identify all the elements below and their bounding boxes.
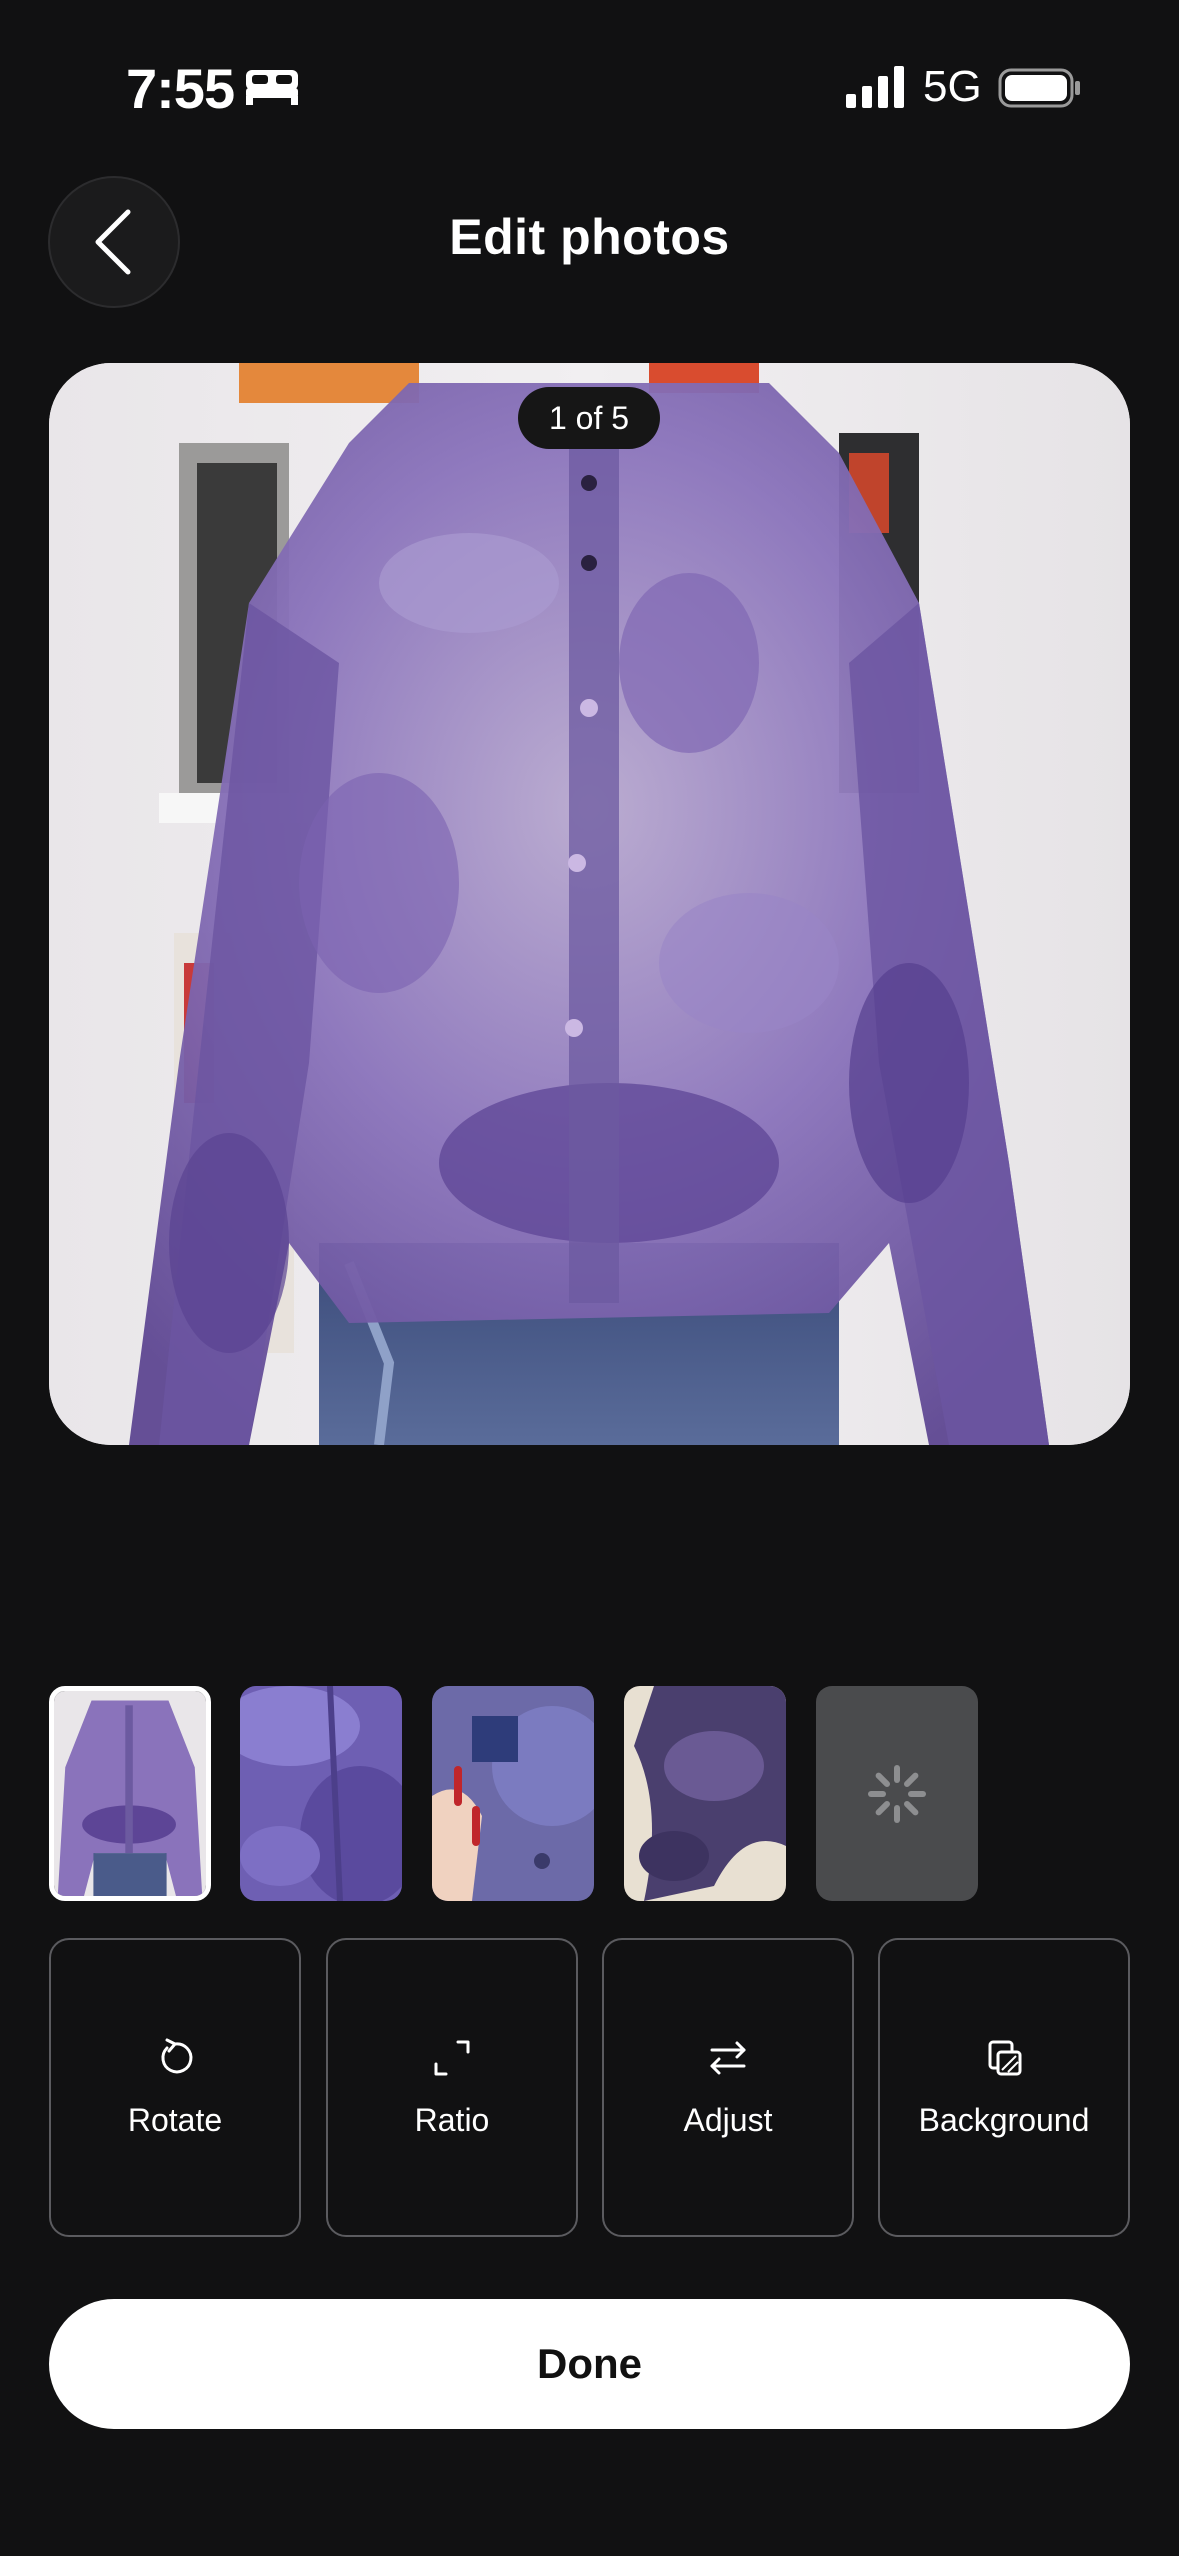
bed-icon bbox=[246, 70, 298, 105]
photo-counter: 1 of 5 bbox=[518, 387, 660, 449]
adjust-label: Adjust bbox=[683, 2102, 773, 2138]
background-icon bbox=[988, 2040, 1022, 2076]
thumbnail-photo-5[interactable] bbox=[816, 1686, 978, 1901]
thumbnail-photo-4[interactable] bbox=[624, 1686, 786, 1901]
background-button[interactable]: Background bbox=[878, 1938, 1130, 2237]
adjust-icon bbox=[710, 2041, 746, 2075]
done-button[interactable]: Done bbox=[49, 2299, 1130, 2429]
loading-spinner-icon bbox=[868, 1764, 926, 1823]
main-photo[interactable] bbox=[49, 363, 1130, 1445]
rotate-icon bbox=[161, 2038, 193, 2074]
clock: 7:55 bbox=[126, 57, 235, 120]
background-label: Background bbox=[918, 2102, 1090, 2138]
network-type: 5G bbox=[923, 62, 982, 111]
adjust-button[interactable]: Adjust bbox=[602, 1938, 854, 2237]
status-bar: 7:55 5G bbox=[0, 0, 1179, 175]
rotate-label: Rotate bbox=[127, 2102, 223, 2138]
thumbnail-photo-1[interactable] bbox=[49, 1686, 211, 1901]
thumbnail-photo-2[interactable] bbox=[240, 1686, 402, 1901]
rotate-button[interactable]: Rotate bbox=[49, 1938, 301, 2237]
signal-icon bbox=[846, 66, 904, 108]
ratio-label: Ratio bbox=[414, 2102, 490, 2138]
battery-icon bbox=[998, 68, 1080, 108]
ratio-button[interactable]: Ratio bbox=[326, 1938, 578, 2237]
page-title: Edit photos bbox=[449, 209, 730, 265]
ratio-icon bbox=[434, 2040, 470, 2076]
thumbnail-photo-3[interactable] bbox=[432, 1686, 594, 1901]
